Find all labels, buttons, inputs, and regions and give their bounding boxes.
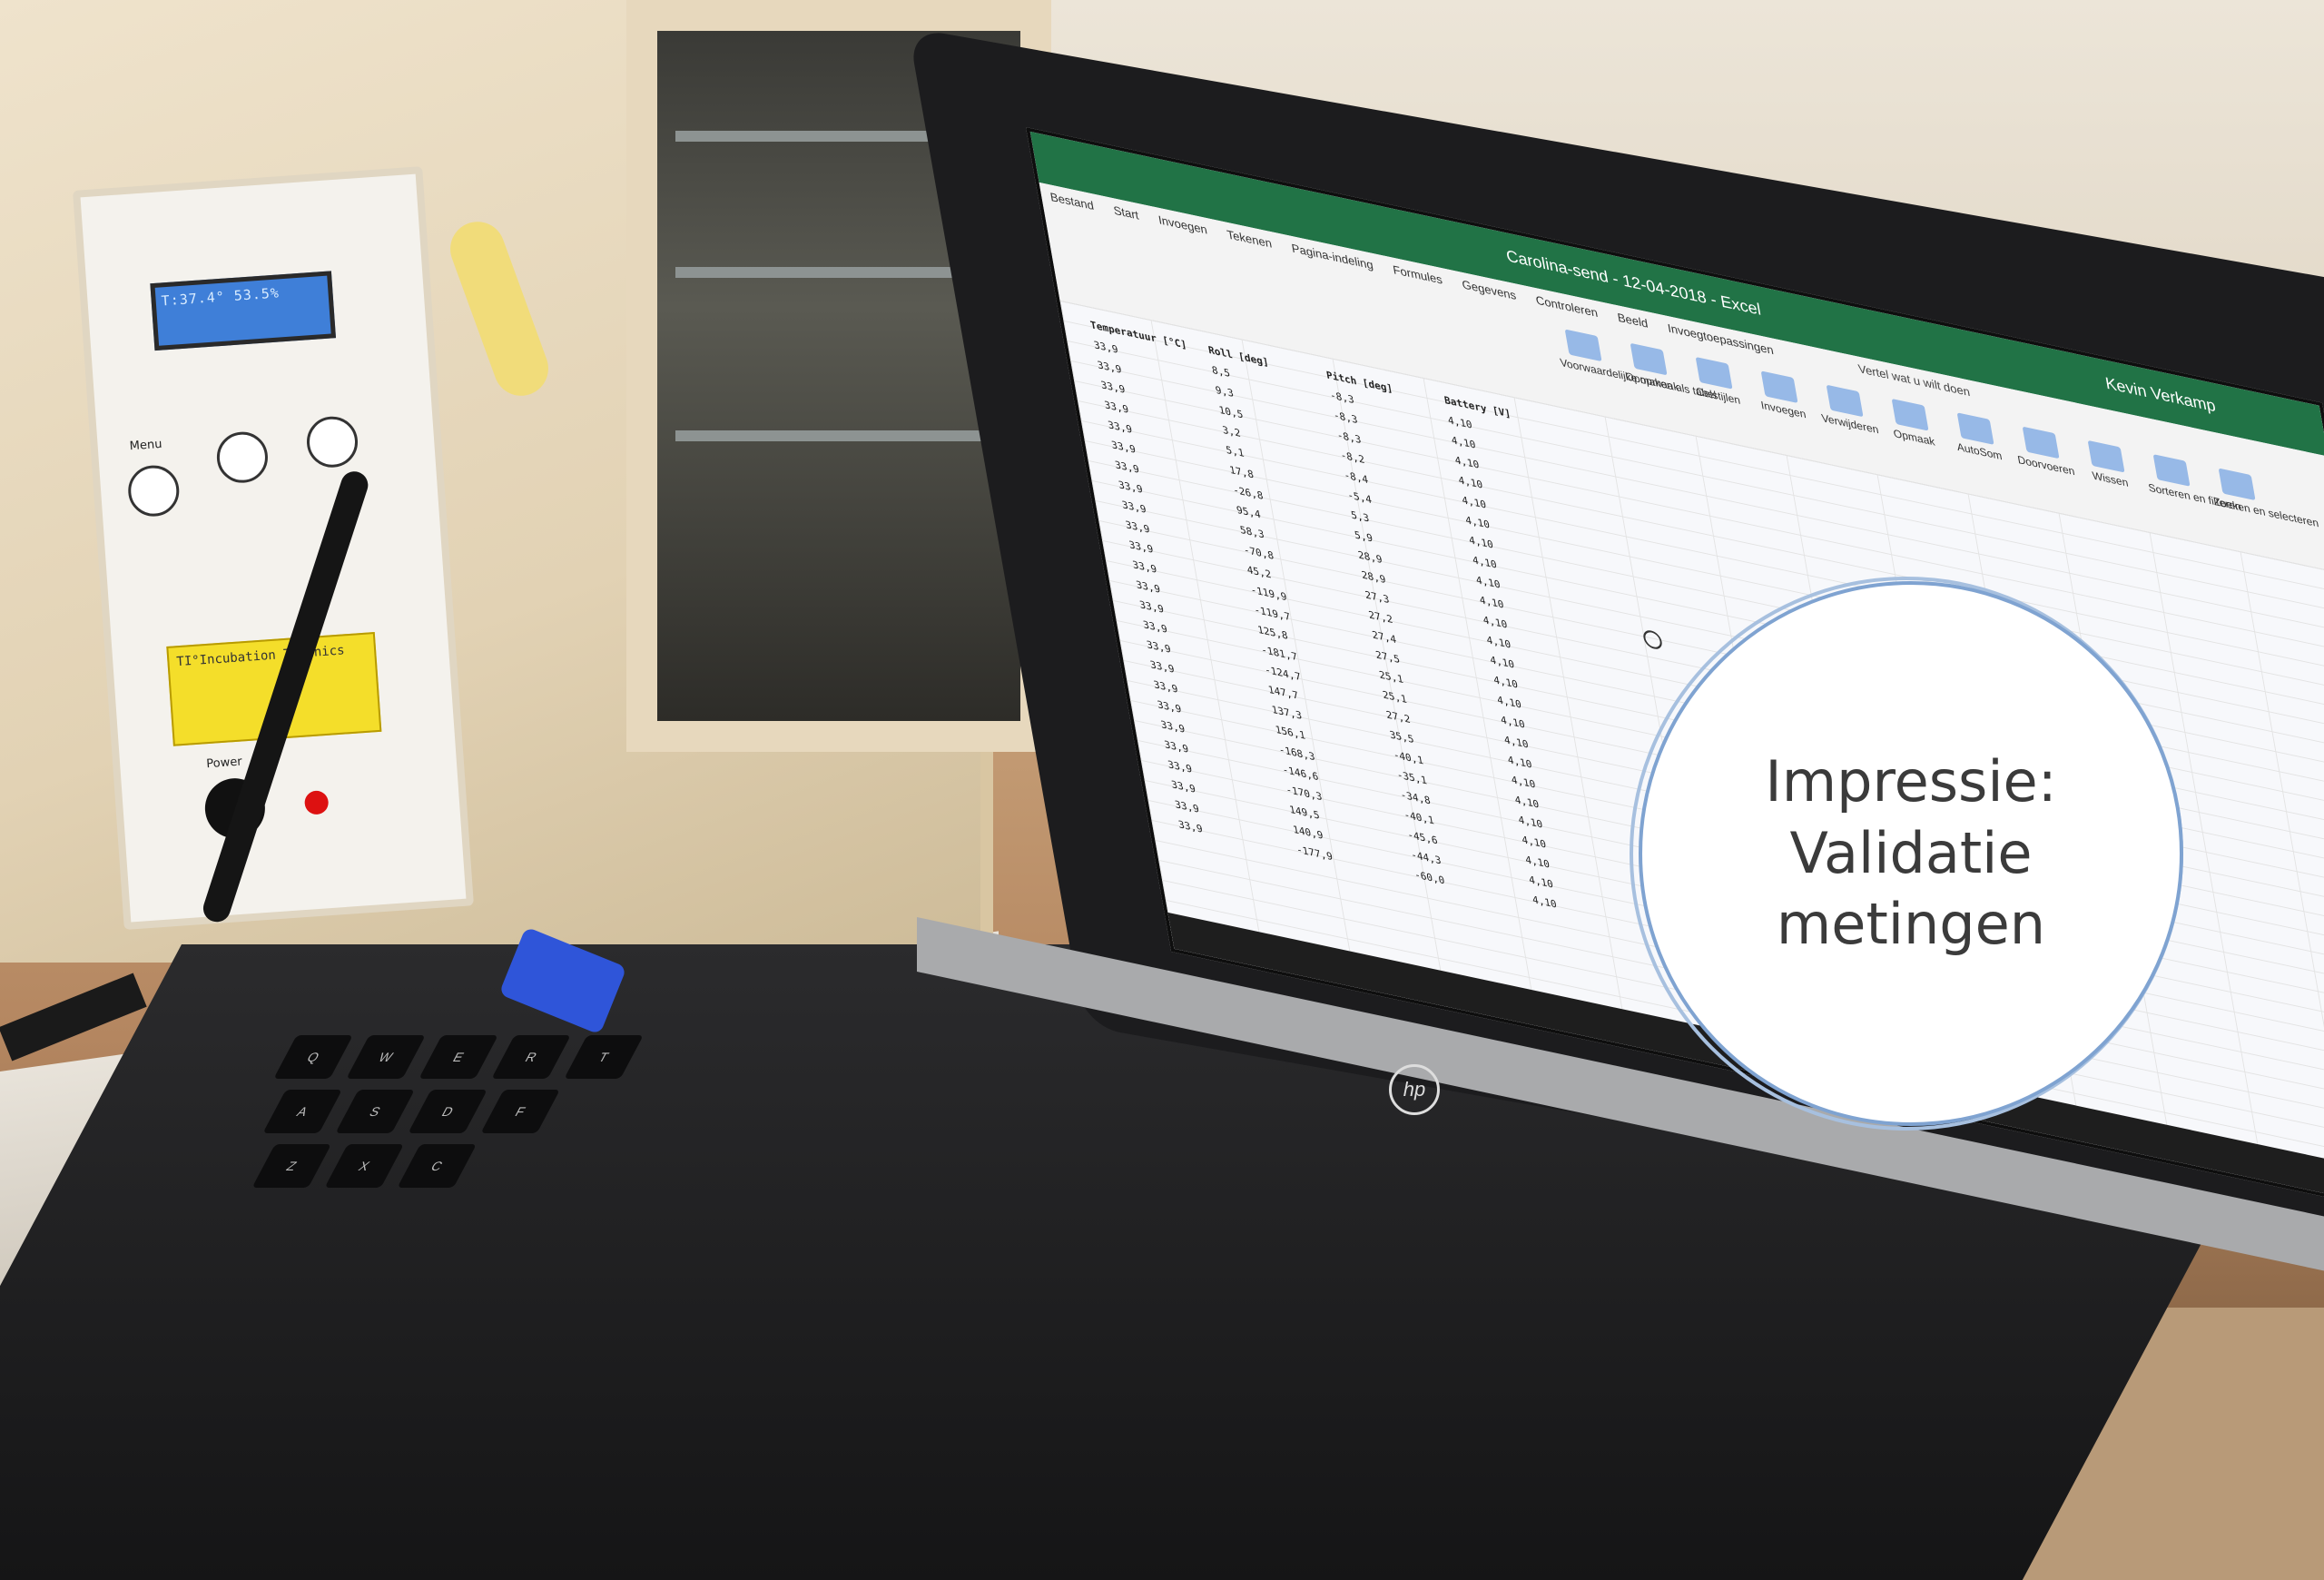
ribbon-button-icon [2218,468,2256,501]
keyboard-key: T [564,1035,644,1079]
keyboard-key: A [262,1090,342,1133]
ribbon-button[interactable]: Sorteren en filteren [2142,452,2242,514]
ribbon-button[interactable]: Voorwaardelijke opmaak [1554,327,1680,394]
power-label: Power [205,755,243,772]
ribbon-button-icon [1695,357,1733,390]
ribbon-button-label: Verwijderen [1820,411,1880,437]
ribbon-button-label: Opmaken als tabel [1624,370,1718,402]
ribbon-tab[interactable]: Bestand [1049,190,1095,212]
ribbon-tab[interactable]: Tekenen [1226,227,1273,250]
ribbon-button[interactable]: Doorvoeren [2012,424,2076,481]
keyboard-key: F [480,1090,560,1133]
keyboard-key: D [408,1090,487,1133]
ribbon-button[interactable]: AutoSom [1946,410,2009,468]
keyboard-key: Q [273,1035,353,1079]
ribbon-button[interactable]: Zoeken en selecteren [2208,466,2320,530]
ribbon-tab[interactable]: Start [1112,203,1139,222]
ribbon-button-icon [2087,439,2125,473]
slide-title: Impressie: Validatie metingen [1675,746,2147,961]
ribbon-button-icon [2152,454,2191,487]
ribbon-button-icon [1630,342,1668,376]
ribbon-button-label: Zoeken en selecteren [2212,494,2320,530]
keyboard-key: E [419,1035,498,1079]
keyboard-key: W [346,1035,426,1079]
ribbon-button[interactable]: Invoegen [1750,369,1813,426]
menu-label: Menu [129,437,162,454]
ribbon-button-label: Opmaak [1892,426,1936,449]
keyboard-key: X [324,1144,405,1188]
ribbon-button[interactable]: Verwijderen [1816,382,1880,439]
ribbon-button[interactable]: Opmaak [1881,396,1944,453]
ribbon-button-icon [2022,426,2060,459]
ribbon-button-label: Voorwaardelijke opmaak [1559,355,1680,394]
ribbon-button-icon [1891,398,1929,431]
user-name: Kevin Verkamp [2103,373,2218,416]
ribbon-button[interactable]: Wissen [2077,438,2140,495]
title-line-2: Validatie [1789,819,2033,886]
hp-logo: hp [1389,1064,1440,1115]
menu-button [126,463,182,518]
keyboard-key: R [491,1035,571,1079]
lcd-text: T:37.4° 53.5% [161,284,281,310]
keyboard-key: S [335,1090,415,1133]
ribbon-button-label: Invoegen [1759,398,1807,421]
title-line-3: metingen [1776,891,2046,958]
ribbon-button[interactable]: Celstijlen [1685,354,1748,411]
keyboard-key: C [397,1144,478,1188]
ribbon-button-label: AutoSom [1955,439,2004,463]
down-button [215,430,270,485]
title-circle: Impressie: Validatie metingen [1639,581,2183,1126]
ribbon-button-label: Sorteren en filteren [2147,480,2242,514]
lcd-display: T:37.4° 53.5% [150,271,337,351]
ribbon-button-icon [1826,384,1864,418]
ribbon-button[interactable]: Opmaken als tabel [1620,341,1718,402]
ribbon-button-label: Doorvoeren [2016,453,2076,479]
keyboard-key: Z [251,1144,332,1188]
power-led [303,790,330,815]
ribbon-button-icon [1956,412,1994,445]
ribbon-button-icon [1564,329,1602,362]
ribbon-tab[interactable]: Invoegen [1157,212,1208,236]
control-panel: T:37.4° 53.5% Menu TI°Incubation Technic… [73,166,474,931]
ribbon-tab[interactable]: Beeld [1616,311,1649,331]
ribbon-button-label: Celstijlen [1694,384,1742,408]
ribbon-button-icon [1760,370,1798,403]
title-line-1: Impressie: [1765,747,2057,815]
ribbon-button-label: Wissen [2091,469,2130,489]
sticker-text: TI°Incubation Technics [175,643,346,670]
ribbon-tab[interactable]: Formules [1392,262,1443,287]
incubator-shelf [675,430,1002,441]
up-button [305,414,359,469]
